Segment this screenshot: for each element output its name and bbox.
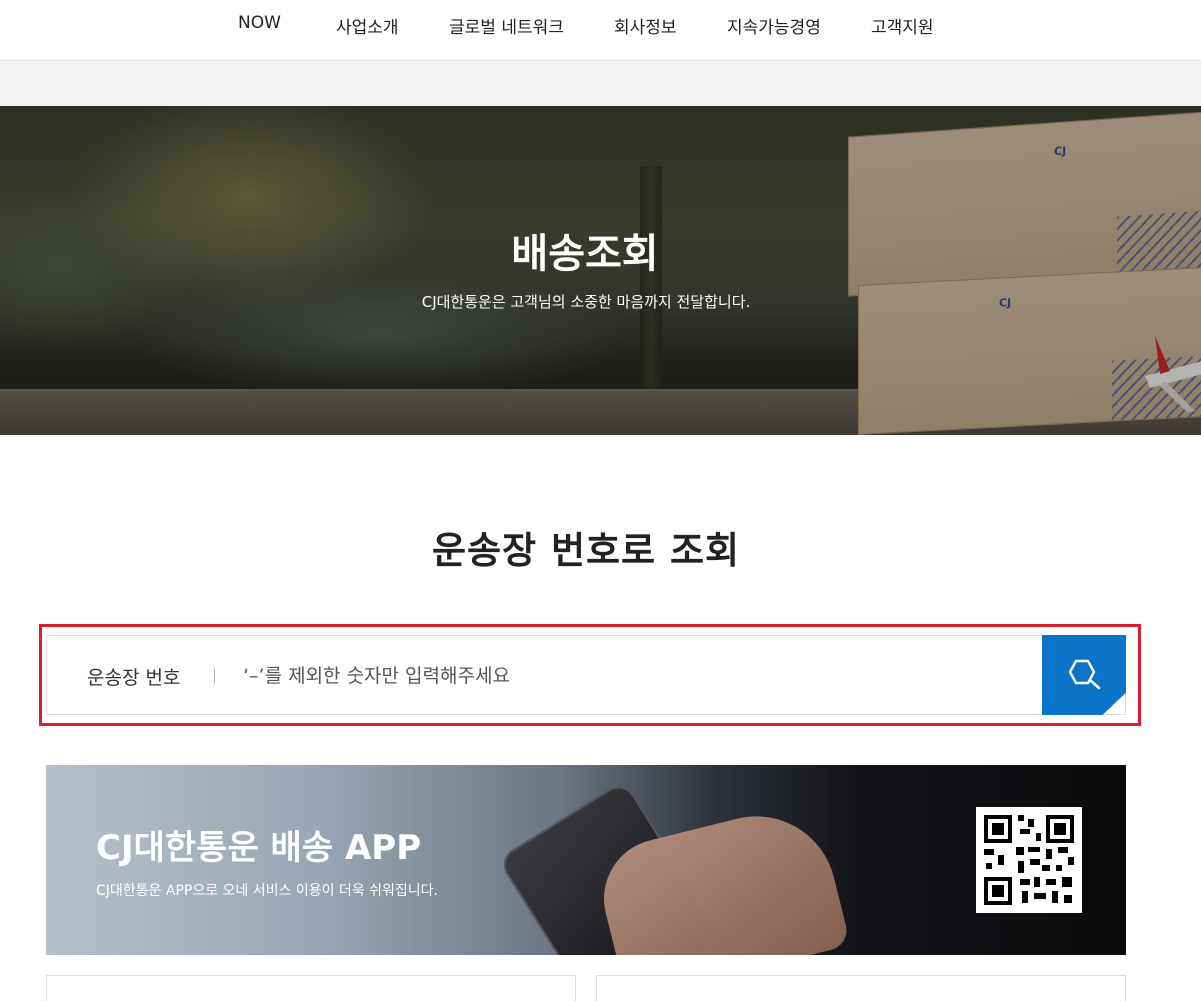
app-banner-subtitle: CJ대한통운 APP으로 오네 서비스 이용이 더욱 쉬워집니다. bbox=[96, 883, 438, 899]
nav-item-business[interactable]: 사업소개 bbox=[336, 13, 399, 38]
search-button[interactable] bbox=[1042, 635, 1126, 715]
app-promo-banner[interactable]: CJ대한통운 배송 APP CJ대한통운 APP으로 오네 서비스 이용이 더욱… bbox=[46, 765, 1126, 955]
page-title: 배송조회 bbox=[511, 231, 659, 277]
app-banner-title: CJ대한통운 배송 APP bbox=[96, 828, 422, 868]
info-card-left[interactable] bbox=[46, 975, 576, 1001]
nav-item-sustainability[interactable]: 지속가능경영 bbox=[727, 13, 821, 38]
nav-item-global-network[interactable]: 글로벌 네트워크 bbox=[449, 13, 564, 38]
label-divider bbox=[214, 667, 215, 685]
info-card-right[interactable] bbox=[596, 975, 1126, 1001]
search-icon bbox=[1068, 659, 1101, 690]
tracking-number-input[interactable] bbox=[243, 656, 1033, 696]
tracking-section-title: 운송장 번호로 조회 bbox=[431, 529, 741, 572]
top-nav: NOW 사업소개 글로벌 네트워크 회사정보 지속가능경영 고객지원 bbox=[0, 0, 1201, 61]
nav-item-now[interactable]: NOW bbox=[238, 13, 281, 33]
sub-nav-bar bbox=[0, 61, 1201, 106]
nav-item-customer-support[interactable]: 고객지원 bbox=[871, 13, 934, 38]
tracking-search-box: 운송장 번호 bbox=[46, 635, 1126, 715]
hero-banner: CJ CJ 배송조회 CJ대한통운은 고객님의 소중한 마음까지 전달합니다. bbox=[0, 106, 1201, 435]
tracking-number-label: 운송장 번호 bbox=[87, 667, 181, 689]
nav-item-company-info[interactable]: 회사정보 bbox=[614, 13, 677, 38]
page-subtitle: CJ대한통운은 고객님의 소중한 마음까지 전달합니다. bbox=[421, 293, 751, 311]
qr-code-icon bbox=[976, 807, 1082, 913]
